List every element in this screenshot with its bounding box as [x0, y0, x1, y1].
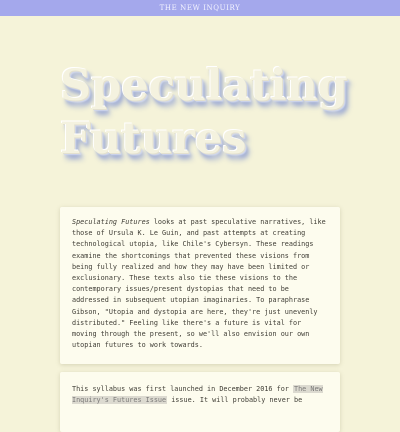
intro-body: looks at past speculative narratives, li…: [72, 218, 326, 350]
page-title: Speculating Futures: [60, 60, 380, 166]
launch-text-after: issue. It will probably never be: [167, 396, 303, 405]
intro-paragraph: Speculating Futures looks at past specul…: [72, 217, 328, 351]
launch-card: This syllabus was first launched in Dece…: [60, 372, 340, 432]
intro-emphasis: Speculating Futures: [72, 218, 150, 226]
page-title-line-1: Speculating: [60, 61, 348, 111]
intro-card: Speculating Futures looks at past specul…: [60, 207, 340, 364]
launch-text-before: This syllabus was first launched in Dece…: [72, 385, 293, 393]
page-title-line-2: Futures: [60, 114, 247, 164]
site-header: THE NEW INQUIRY: [0, 0, 400, 16]
site-name-link[interactable]: THE NEW INQUIRY: [160, 4, 241, 12]
launch-paragraph: This syllabus was first launched in Dece…: [72, 384, 328, 406]
